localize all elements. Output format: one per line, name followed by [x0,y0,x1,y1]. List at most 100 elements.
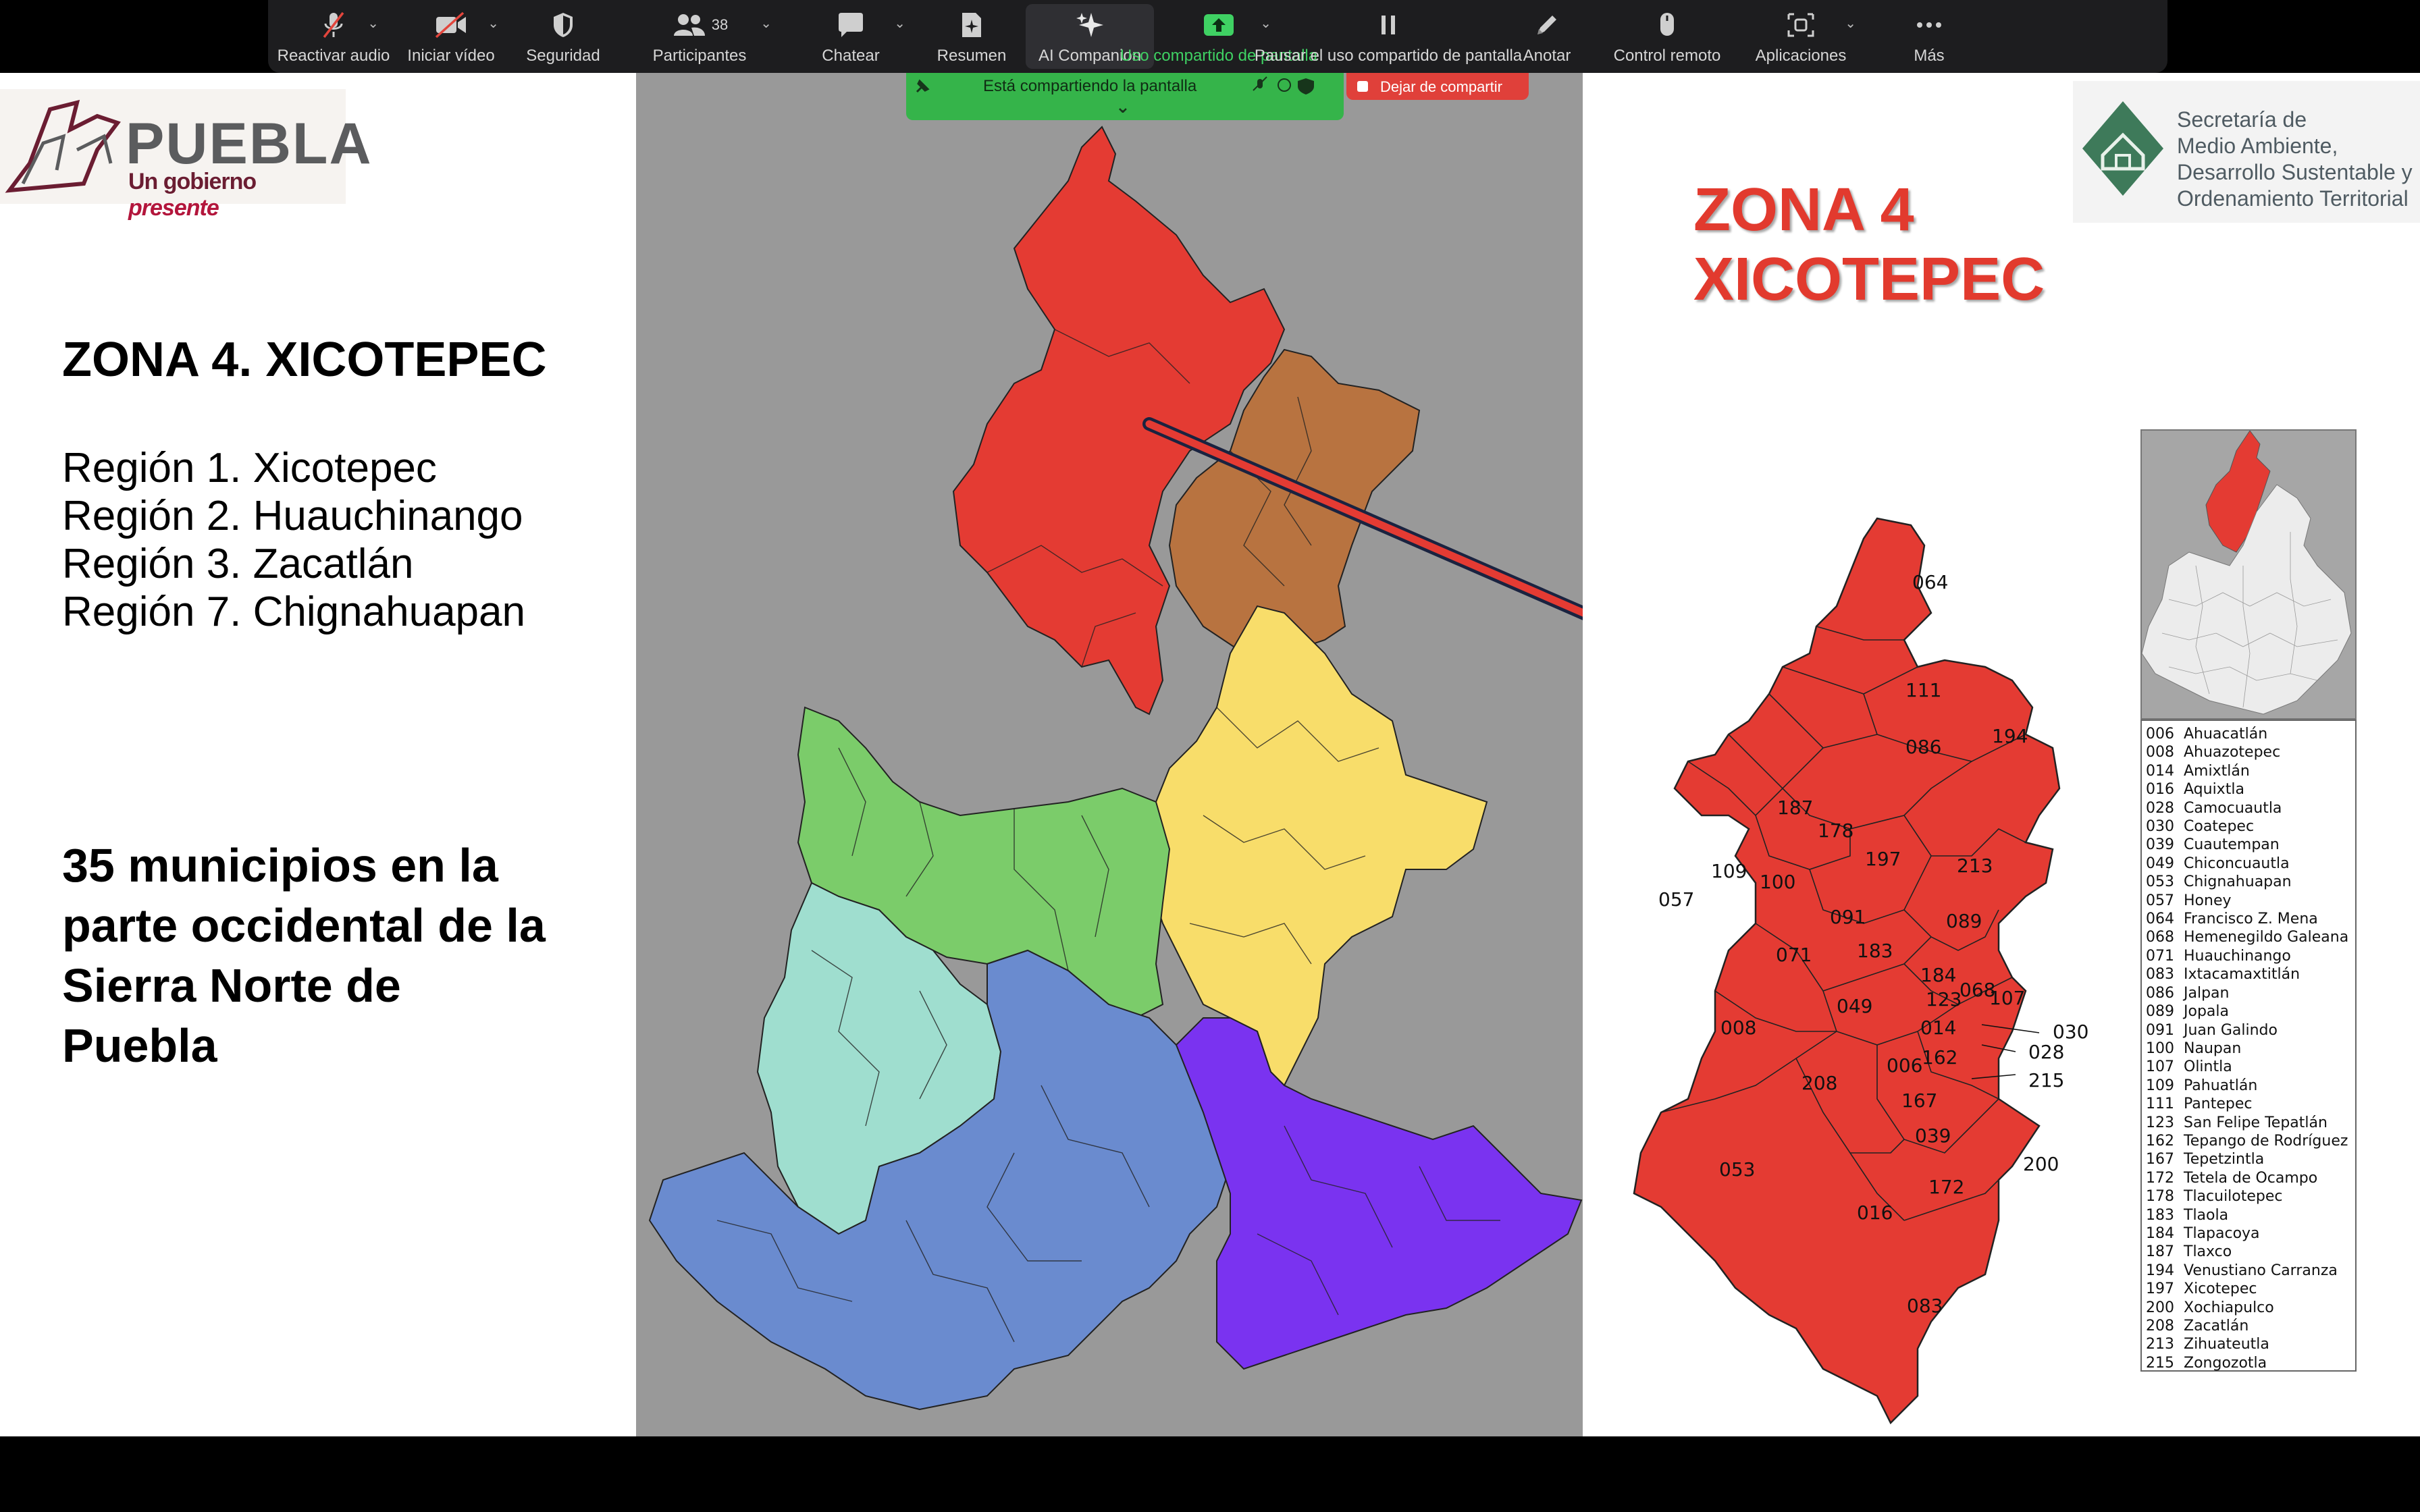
legend-row: 030 Coatepec [2146,817,2355,836]
legend-row: 107 Olintla [2146,1058,2355,1076]
legend-row: 016 Aquixtla [2146,780,2355,799]
toolbar-reactivar-audio-button[interactable]: Reactivar audio ⌄ [276,0,391,73]
legend-code: 089 [2146,1003,2174,1021]
legend-municipio: Xicotepec [2184,1280,2257,1298]
toolbar-resumen-button[interactable]: Resumen [918,0,1026,73]
legend-row: 068 Hemenegildo Galeana [2146,928,2355,946]
municipio-code-label: 107 [1989,987,2025,1009]
municipio-code-label: 006 [1887,1054,1922,1077]
legend-row: 167 Tepetzintla [2146,1150,2355,1168]
summary-icon [958,7,985,43]
toolbar-label: Anotar [1523,47,1571,65]
legend-code: 111 [2146,1096,2174,1113]
toolbar-label: Reactivar audio [277,47,390,65]
legend-row: 187 Tlaxco [2146,1243,2355,1261]
legend-row: 014 Amixtlán [2146,762,2355,780]
chevron-down-icon[interactable]: ⌄ [1260,15,1271,32]
pin-icon[interactable] [912,77,932,97]
chevron-down-icon[interactable]: ⌄ [367,15,379,32]
map-region-purple [1175,1017,1583,1370]
shield-icon [550,7,577,43]
legend-code: 187 [2146,1243,2174,1261]
stop-sharing-button[interactable]: Dejar de compartir [1346,73,1529,100]
summary-line: Puebla [62,1019,217,1072]
screen-sharing-banner[interactable]: Está compartiendo la pantalla ⌄ [906,73,1344,120]
toolbar-mas-button[interactable]: Más [1868,0,1990,73]
toolbar-anotar-button[interactable]: Anotar [1493,0,1601,73]
legend-code: 100 [2146,1040,2174,1057]
legend-municipio: Zacatlán [2184,1318,2249,1334]
region-list: Región 1. Xicotepec Región 2. Huauchinang… [62,444,525,636]
legend-municipio: Cuautempan [2184,836,2280,854]
legend-municipio: Jalpan [2184,984,2230,1002]
legend-row: 100 Naupan [2146,1040,2355,1058]
legend-municipio: Aquixtla [2184,781,2244,799]
toolbar-seguridad-button[interactable]: Seguridad [511,0,615,73]
legend-code: 172 [2146,1169,2174,1187]
municipio-code-label: 178 [1818,819,1853,842]
puebla-logo-tagline: Un gobierno presente [128,169,257,221]
legend-row: 006 Ahuacatlán [2146,725,2355,743]
banner-status-icons [1253,76,1314,94]
legend-municipio: Tepetzintla [2184,1151,2265,1168]
municipio-code-label: 109 [1711,860,1747,882]
legend-row: 083 Ixtacamaxtitlán [2146,965,2355,983]
municipio-code-label: 008 [1720,1017,1756,1039]
region-item: Región 2. Huauchinango [62,493,523,539]
municipio-code-label: 215 [2028,1069,2064,1091]
municipio-code-label: 111 [1905,679,1941,701]
puebla-logo-word: PUEBLA [126,111,373,176]
shared-slide: PUEBLA Un gobierno presente Secretaría d… [0,73,2420,1436]
chevron-down-icon[interactable]: ⌄ [1115,97,1130,117]
legend-municipio: Xochiapulco [2184,1299,2274,1316]
zona-title-line: XICOTEPEC [1693,246,2045,313]
municipio-code-label: 014 [1920,1017,1956,1039]
semadesot-name: Secretaría de Medio Ambiente, Desarrollo S… [2177,107,2413,212]
legend-code: 030 [2146,818,2174,836]
zone-heading: ZONA 4. XICOTEPEC [62,333,547,387]
legend-municipio: Camocuautla [2184,799,2282,817]
municipio-code-label: 183 [1857,940,1893,962]
zona4-outline [1633,517,2061,1425]
puebla-government-logo: PUEBLA Un gobierno presente [0,89,371,221]
legend-municipio: Chiconcuautla [2184,855,2290,872]
legend-municipio: Amixtlán [2184,762,2250,780]
legend-municipio: Francisco Z. Mena [2184,911,2318,928]
municipio-code-label: 028 [2028,1041,2064,1063]
shield-check-icon [1298,78,1314,94]
chevron-down-icon[interactable]: ⌄ [1845,15,1856,32]
municipio-code-label: 071 [1776,944,1812,966]
legend-municipio: Huauchinango [2184,947,2291,965]
semadesot-line: Ordenamiento Territorial [2177,186,2409,211]
puebla-emblem-icon [5,99,121,193]
toolbar-aplicaciones-button[interactable]: Aplicaciones ⌄ [1733,0,1868,73]
toolbar-pausar-el-uso-compartido-de-pantalla-button[interactable]: Pausar el uso compartido de pantalla [1255,0,1522,73]
legend-municipio: Hemenegildo Galeana [2184,929,2349,946]
map-region-yellow [1141,605,1488,1087]
toolbar-chatear-button[interactable]: Chatear ⌄ [784,0,918,73]
legend-code: 184 [2146,1224,2174,1242]
toolbar-participantes-button[interactable]: 38 Participantes ⌄ [615,0,784,73]
chevron-down-icon[interactable]: ⌄ [760,15,772,32]
semadesot-logo: Secretaría de Medio Ambiente, Desarrollo S… [2073,81,2420,223]
municipio-code-label: 016 [1857,1202,1893,1224]
legend-code: 123 [2146,1114,2174,1131]
toolbar-control-remoto-button[interactable]: Control remoto [1601,0,1733,73]
toolbar-iniciar-video-button[interactable]: Iniciar vídeo ⌄ [391,0,511,73]
apps-icon [1785,7,1817,43]
legend-row: 123 San Felipe Tepatlán [2146,1114,2355,1132]
legend-municipio: Ahuazotepec [2184,744,2281,761]
legend-code: 167 [2146,1151,2174,1168]
municipio-code-label: 083 [1907,1295,1943,1317]
legend-code: 057 [2146,892,2174,909]
legend-municipio: Pahuatlán [2184,1077,2258,1094]
legend-code: 162 [2146,1132,2174,1150]
legend-municipio: Juan Galindo [2184,1021,2278,1039]
puebla-state-map-panel [636,73,1793,1436]
summary-line: Sierra Norte de [62,959,401,1012]
chevron-down-icon[interactable]: ⌄ [488,15,499,32]
legend-row: 215 Zongozotla [2146,1354,2355,1372]
chevron-down-icon[interactable]: ⌄ [894,15,905,32]
legend-municipio: Pantepec [2184,1096,2253,1113]
legend-row: 197 Xicotepec [2146,1280,2355,1298]
